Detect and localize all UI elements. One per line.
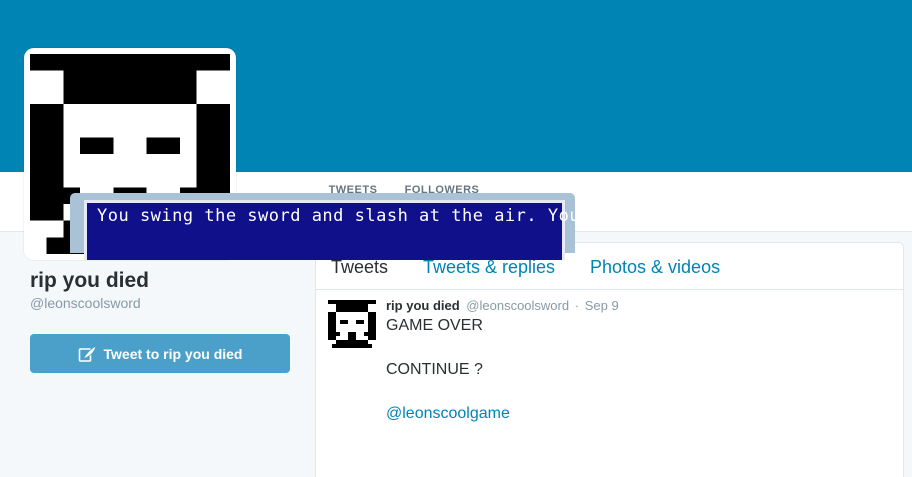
- tweet-date[interactable]: Sep 9: [585, 298, 619, 313]
- tweet-separator: ·: [574, 298, 580, 313]
- tab-tweets-and-replies[interactable]: Tweets & replies: [423, 257, 555, 278]
- tweet-text-line: CONTINUE ?: [386, 361, 483, 378]
- tab-tweets[interactable]: Tweets: [331, 257, 388, 278]
- game-dialog-text: You swing the sword and slash at the air…: [97, 206, 581, 226]
- profile-name[interactable]: rip you died: [30, 269, 149, 293]
- profile-handle[interactable]: @leonscoolsword: [30, 295, 141, 311]
- tweet-avatar[interactable]: [328, 300, 376, 348]
- tweet-header: rip you died @leonscoolsword · Sep 9: [386, 298, 619, 313]
- feather-icon: [78, 344, 97, 362]
- tweet-media-image[interactable]: You swing the sword and slash at the air…: [70, 193, 580, 260]
- timeline-panel: Tweets Tweets & replies Photos & videos: [315, 242, 904, 477]
- tweet-mention-link[interactable]: @leonscoolgame: [386, 405, 510, 423]
- tweet-to-button[interactable]: Tweet to rip you died: [30, 334, 290, 373]
- game-dialog-box: You swing the sword and slash at the air…: [84, 200, 581, 260]
- pixel-skull-icon: [328, 300, 376, 348]
- tweet-text-line: GAME OVER: [386, 317, 483, 334]
- tab-photos-and-videos[interactable]: Photos & videos: [590, 257, 720, 278]
- tweet-item[interactable]: rip you died @leonscoolsword · Sep 9 GAM…: [316, 290, 903, 477]
- tweet-to-button-label: Tweet to rip you died: [103, 345, 243, 362]
- tweet-author-name[interactable]: rip you died: [386, 298, 460, 313]
- tweet-author-handle[interactable]: @leonscoolsword: [466, 298, 569, 313]
